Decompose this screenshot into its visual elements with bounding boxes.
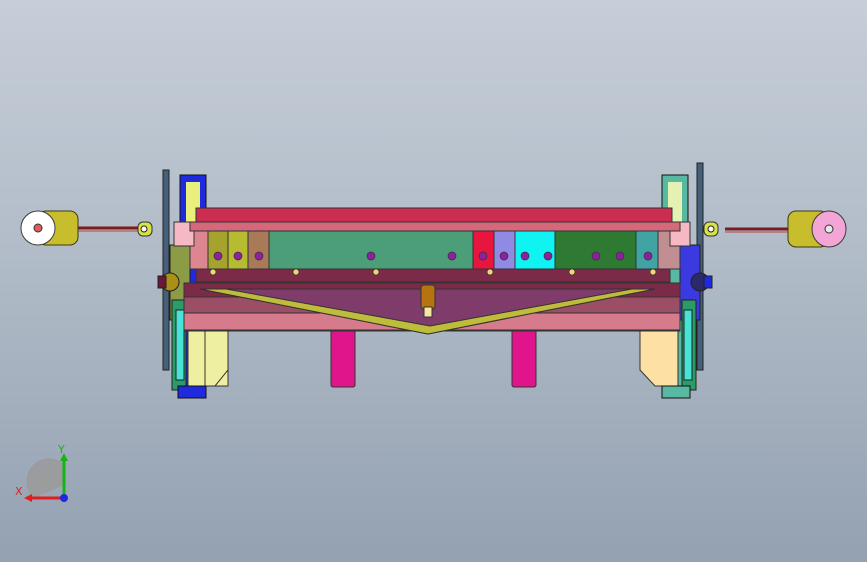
cad-viewport[interactable]: Y X [0, 0, 867, 562]
triad-z-axis [60, 494, 68, 502]
axis-y-label: Y [58, 443, 65, 456]
center-legs [330, 324, 537, 388]
right-counterweight [703, 210, 847, 248]
blade-clamp-row [189, 228, 681, 276]
axis-x-label: X [15, 485, 23, 498]
left-counterweight [20, 210, 153, 246]
triad-x-arrow [24, 494, 32, 502]
axis-triad [24, 453, 68, 502]
triad-view-wedge [26, 458, 64, 498]
shear-machine-front-view [20, 162, 847, 399]
